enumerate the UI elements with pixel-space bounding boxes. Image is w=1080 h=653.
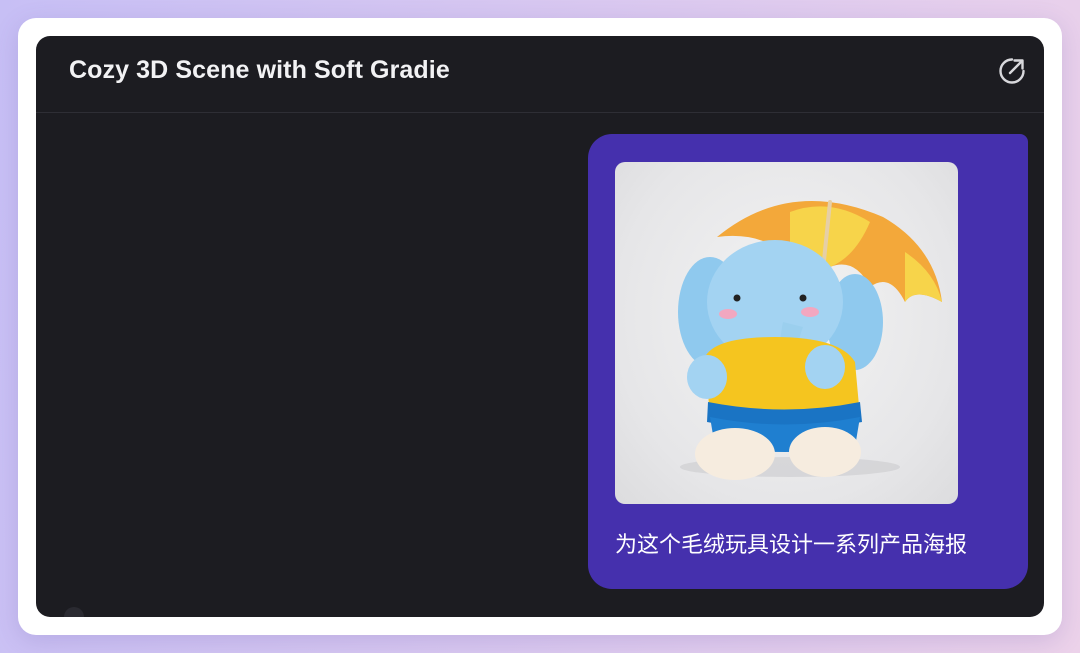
external-link-icon[interactable] — [997, 56, 1027, 86]
user-message-bubble: 为这个毛绒玩具设计一系列产品海报 — [588, 134, 1028, 589]
window-title: Cozy 3D Scene with Soft Gradie — [69, 56, 450, 84]
scroll-indicator[interactable] — [64, 607, 84, 617]
chat-window: Cozy 3D Scene with Soft Gradie 为这个毛绒玩具设计… — [36, 36, 1044, 617]
window-header: Cozy 3D Scene with Soft Gradie — [36, 36, 1044, 113]
message-image[interactable] — [615, 162, 958, 504]
message-text: 为这个毛绒玩具设计一系列产品海报 — [615, 533, 968, 558]
